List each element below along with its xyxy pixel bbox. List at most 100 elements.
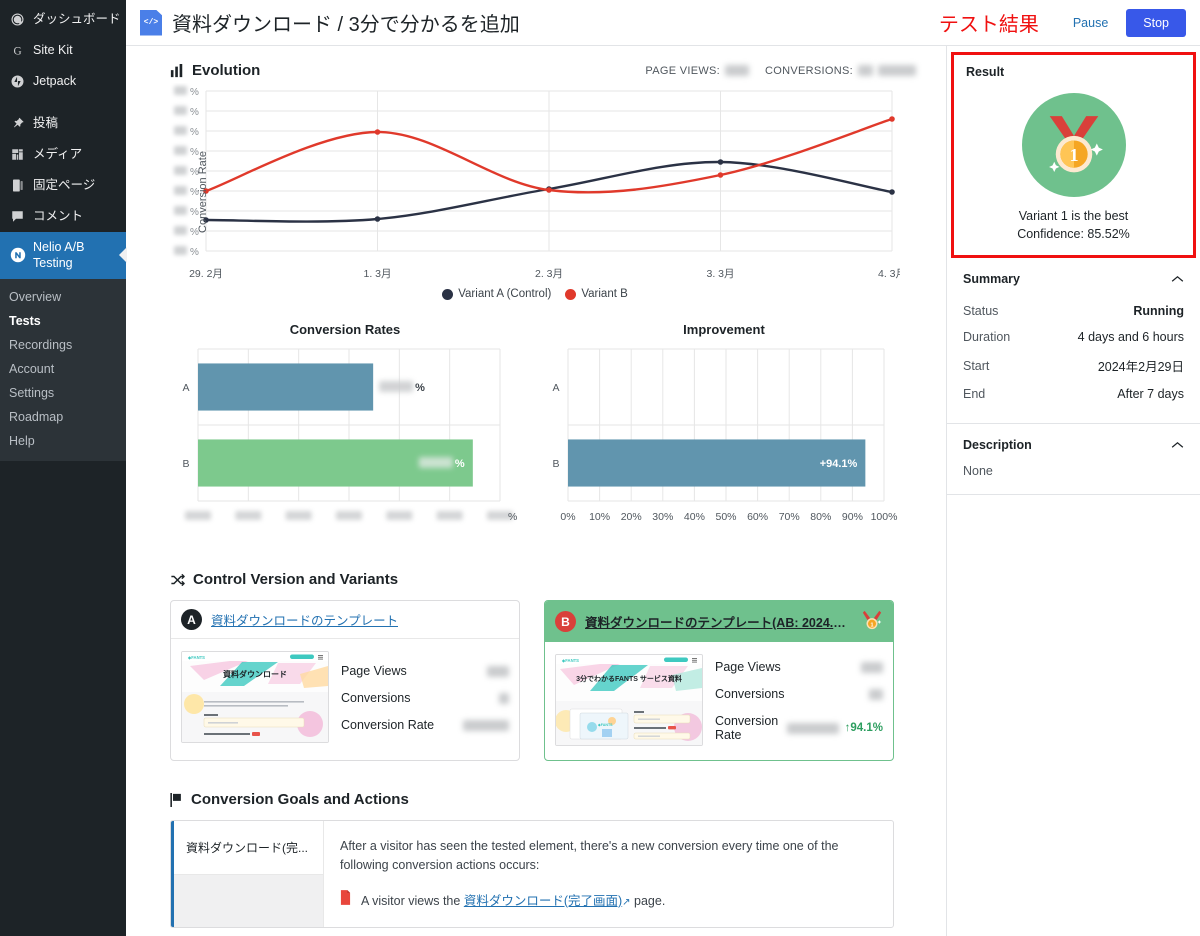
summary-value: After 7 days bbox=[1117, 387, 1184, 401]
goal-name[interactable]: 資料ダウンロード(完... bbox=[174, 821, 323, 874]
variant-a-title-link[interactable]: 資料ダウンロードのテンプレート bbox=[211, 610, 398, 629]
conversions-metric: CONVERSIONS: bbox=[765, 65, 916, 77]
summary-value: Running bbox=[1133, 304, 1184, 318]
sidebar-item-pages[interactable]: 固定ページ bbox=[0, 170, 126, 201]
sidebar-item-comments[interactable]: コメント bbox=[0, 201, 126, 232]
submenu-item-recordings[interactable]: Recordings bbox=[0, 333, 126, 357]
variant-card-b[interactable]: B 資料ダウンロードのテンプレート(AB: 2024.02.26) 1 ◆FAN… bbox=[544, 600, 894, 761]
pin-icon bbox=[9, 115, 26, 132]
svg-text:20%: 20% bbox=[621, 511, 642, 523]
svg-text:70%: 70% bbox=[779, 511, 800, 523]
goal-right-column: After a visitor has seen the tested elem… bbox=[323, 821, 893, 927]
variant-b-improvement: ↑94.1% bbox=[844, 722, 883, 734]
stat-label: Conversions bbox=[341, 691, 411, 705]
description-panel: Description None bbox=[947, 424, 1200, 495]
submenu-item-tests[interactable]: Tests bbox=[0, 309, 126, 333]
goal-action-link[interactable]: 資料ダウンロード(完了画面) bbox=[464, 894, 622, 908]
summary-header[interactable]: Summary bbox=[963, 272, 1184, 286]
goal-action-row: A visitor views the 資料ダウンロード(完了画面)↗ page… bbox=[340, 889, 877, 909]
description-header[interactable]: Description bbox=[963, 438, 1184, 452]
summary-row-end: End After 7 days bbox=[963, 381, 1184, 407]
variant-card-a[interactable]: A 資料ダウンロードのテンプレート ◆FANTS 資料ダウンロード Page V… bbox=[170, 600, 520, 761]
shuffle-icon bbox=[170, 573, 185, 587]
svg-text:◆FANTS: ◆FANTS bbox=[561, 658, 579, 663]
variant-a-thumbnail[interactable]: ◆FANTS 資料ダウンロード bbox=[181, 651, 329, 743]
redacted-value bbox=[463, 719, 509, 731]
submenu-item-overview[interactable]: Overview bbox=[0, 285, 126, 309]
evolution-heading-label: Evolution bbox=[192, 62, 261, 79]
variant-a-stat-conversion-rate: Conversion Rate bbox=[341, 718, 509, 732]
evolution-legend: Variant A (Control) Variant B bbox=[170, 288, 900, 300]
svg-text:3分でわかるFANTS サービス資料: 3分でわかるFANTS サービス資料 bbox=[576, 674, 682, 683]
svg-text:%: % bbox=[190, 127, 199, 138]
sidebar-item-media[interactable]: メディア bbox=[0, 139, 126, 170]
summary-label: End bbox=[963, 387, 986, 401]
stop-button[interactable]: Stop bbox=[1126, 8, 1186, 37]
chevron-up-icon[interactable] bbox=[1171, 438, 1184, 452]
jetpack-icon bbox=[9, 73, 26, 90]
svg-text:50%: 50% bbox=[715, 511, 736, 523]
stat-label: Page Views bbox=[715, 660, 781, 674]
svg-text:B: B bbox=[182, 458, 189, 470]
sidebar-item-jetpack[interactable]: Jetpack bbox=[0, 66, 126, 97]
page-views-label: PAGE VIEWS: bbox=[645, 64, 721, 77]
svg-text:2. 3月: 2. 3月 bbox=[535, 268, 563, 280]
variant-b-body: ◆FANTS 3分でわかるFANTS サービス資料 ◆FANTS Page Vi… bbox=[545, 642, 893, 760]
variant-a-thumbnail-image: ◆FANTS 資料ダウンロード bbox=[182, 652, 328, 742]
svg-text:0%: 0% bbox=[560, 511, 575, 523]
result-title: Result bbox=[966, 65, 1005, 79]
variant-b-stat-page-views: Page Views bbox=[715, 660, 883, 674]
summary-row-status: Status Running bbox=[963, 298, 1184, 324]
variant-b-header: B 資料ダウンロードのテンプレート(AB: 2024.02.26) 1 bbox=[545, 601, 893, 642]
legend-item-variant-a: Variant A (Control) bbox=[442, 288, 551, 300]
submenu-item-roadmap[interactable]: Roadmap bbox=[0, 405, 126, 429]
redacted-value bbox=[487, 665, 509, 677]
evolution-chart: Conversion Rate %%%%%%%%% 29. 2月 1. 3月 2. … bbox=[170, 83, 946, 300]
sidebar-item-posts[interactable]: 投稿 bbox=[0, 108, 126, 139]
summary-panel: Summary Status Running Duration 4 days a… bbox=[947, 258, 1200, 424]
svg-text:90%: 90% bbox=[842, 511, 863, 523]
variant-b-thumbnail-image: ◆FANTS 3分でわかるFANTS サービス資料 ◆FANTS bbox=[556, 655, 702, 745]
page-topbar: </> 資料ダウンロード / 3分で分かるを追加 テスト結果 Pause Sto… bbox=[126, 0, 1200, 46]
sidebar-item-nelio-ab-testing[interactable]: Nelio A/B Testing bbox=[0, 232, 126, 279]
pause-button[interactable]: Pause bbox=[1065, 11, 1116, 35]
variant-b-thumbnail[interactable]: ◆FANTS 3分でわかるFANTS サービス資料 ◆FANTS bbox=[555, 654, 703, 746]
stat-label: Conversion Rate bbox=[341, 718, 435, 732]
evolution-y-axis-label: Conversion Rate bbox=[196, 150, 209, 233]
redacted-value bbox=[499, 692, 509, 704]
svg-text:%: % bbox=[190, 87, 199, 98]
submenu-item-settings[interactable]: Settings bbox=[0, 381, 126, 405]
chevron-up-icon[interactable] bbox=[1171, 272, 1184, 286]
result-medal-badge: 1 bbox=[1021, 93, 1126, 197]
evolution-header: Evolution PAGE VIEWS: CONVERSIONS: bbox=[170, 62, 946, 79]
svg-text:30%: 30% bbox=[652, 511, 673, 523]
legend-item-variant-b: Variant B bbox=[565, 288, 628, 300]
sidebar-item-label: 固定ページ bbox=[33, 178, 96, 193]
variant-a-body: ◆FANTS 資料ダウンロード Page Views Conversions C… bbox=[171, 639, 519, 757]
conversions-label: CONVERSIONS: bbox=[765, 64, 853, 77]
improvement-title: Improvement bbox=[683, 322, 765, 337]
goal-action-text: A visitor views the 資料ダウンロード(完了画面)↗ page… bbox=[361, 890, 665, 909]
winner-medal-icon: 1 bbox=[861, 609, 883, 634]
page-views-value-redacted bbox=[725, 65, 750, 76]
conversion-goal-box: 資料ダウンロード(完... After a visitor has seen t… bbox=[170, 820, 894, 928]
summary-label: Duration bbox=[963, 330, 1011, 344]
sidebar-item-dashboard[interactable]: ダッシュボード bbox=[0, 4, 126, 35]
submenu-item-account[interactable]: Account bbox=[0, 357, 126, 381]
submenu-item-help[interactable]: Help bbox=[0, 429, 126, 453]
variant-a-stat-conversions: Conversions bbox=[341, 691, 509, 705]
variants-heading-label: Control Version and Variants bbox=[193, 571, 399, 588]
variant-b-title-link[interactable]: 資料ダウンロードのテンプレート(AB: 2024.02.26) bbox=[585, 612, 852, 631]
svg-text:%: % bbox=[508, 511, 517, 523]
sidebar-item-site-kit[interactable]: G Site Kit bbox=[0, 35, 126, 66]
sidebar-item-label: メディア bbox=[33, 147, 83, 162]
svg-text:100%: 100% bbox=[871, 511, 898, 523]
legend-dot-variant-a bbox=[442, 288, 454, 300]
evolution-chart-svg: %%%%%%%%% bbox=[174, 86, 895, 258]
variant-b-stats: Page Views Conversions Conversion Rate ↑… bbox=[715, 654, 883, 746]
google-g-icon: G bbox=[9, 42, 26, 59]
summary-label: Start bbox=[963, 358, 990, 373]
svg-text:+94.1%: +94.1% bbox=[820, 458, 858, 470]
external-link-icon: ↗ bbox=[622, 896, 631, 908]
sidebar-item-label: Jetpack bbox=[33, 74, 77, 89]
